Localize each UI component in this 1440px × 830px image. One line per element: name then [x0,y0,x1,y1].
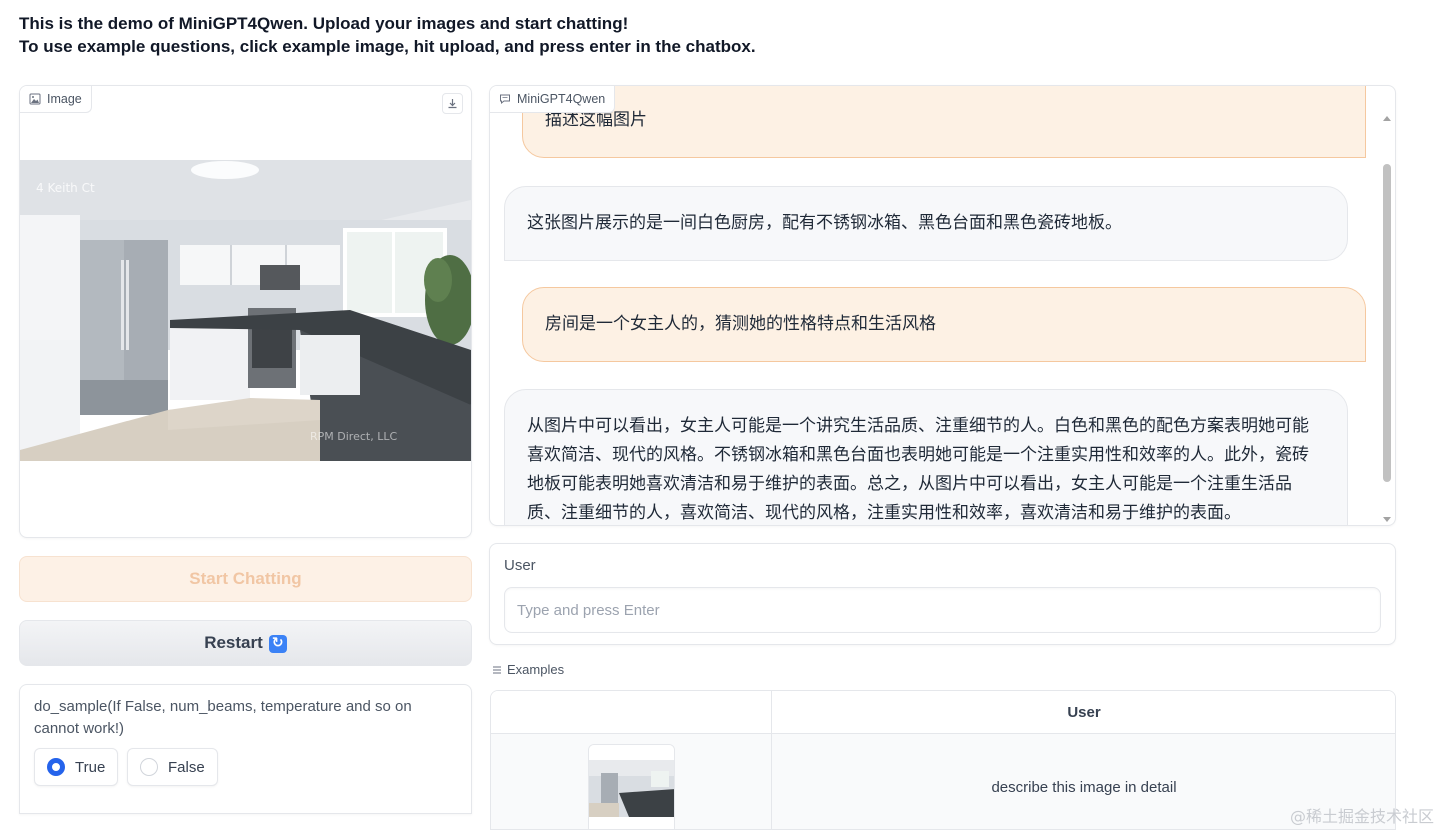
image-label: Image [47,92,82,106]
restart-label: Restart [204,633,263,652]
site-watermark: @稀土掘金技术社区 [1289,807,1434,826]
header-line-2: To use example questions, click example … [19,37,756,56]
examples-label: Examples [507,662,565,677]
image-icon [29,93,41,105]
chat-icon [500,94,510,105]
example-question-text[interactable]: describe this image in detail [772,779,1395,801]
start-chatting-label: Start Chatting [189,569,302,588]
download-icon [448,99,457,109]
radio-option-true-label: True [75,758,106,776]
examples-header-user: User [1067,704,1101,721]
radio-option-true[interactable]: True [34,748,119,786]
kitchen-photo: 4 Keith Ct RPM Direct, LLC [20,160,471,461]
chat-message-list[interactable]: 描述这幅图片 这张图片展示的是一间白色厨房，配有不锈钢冰箱、黑色台面和黑色瓷砖地… [490,86,1380,525]
examples-table: User describe this image in detail [490,690,1396,830]
radio-unselected-icon [140,758,158,776]
example-thumbnail[interactable] [588,744,675,829]
start-chatting-button[interactable]: Start Chatting [19,556,472,602]
user-input-label: User [504,557,536,574]
chat-message-text: 这张图片展示的是一间白色厨房，配有不锈钢冰箱、黑色台面和黑色瓷砖地板。 [527,213,1122,233]
user-message-input[interactable] [504,587,1381,633]
photo-watermark-text: RPM Direct, LLC [310,430,397,443]
user-input-panel: User [489,543,1396,645]
download-button[interactable] [442,93,463,114]
chat-message-text: 从图片中可以看出，女主人可能是一个讲究生活品质、注重细节的人。白色和黑色的配色方… [527,416,1309,523]
radio-selected-icon [47,758,65,776]
chat-message-bot: 从图片中可以看出，女主人可能是一个讲究生活品质、注重细节的人。白色和黑色的配色方… [504,389,1348,525]
do-sample-label: do_sample(If False, num_beams, temperatu… [34,698,412,737]
column-divider [771,691,772,829]
scroll-up-icon[interactable] [1383,116,1391,121]
scroll-down-icon[interactable] [1383,517,1391,522]
examples-header-row: User [491,691,1395,734]
restart-button[interactable]: Restart [19,620,472,666]
radio-option-false-label: False [168,758,205,776]
header-line-1: This is the demo of MiniGPT4Qwen. Upload… [19,14,629,33]
chatbot-panel: MiniGPT4Qwen 描述这幅图片 这张图片展示的是一间白色厨房，配有不锈钢… [489,85,1396,526]
photo-overlay-text: 4 Keith Ct [36,181,95,195]
chat-scrollbar[interactable] [1382,116,1392,522]
refresh-icon [268,634,287,653]
chat-message-text: 房间是一个女主人的，猜测她的性格特点和生活风格 [545,314,936,334]
image-panel[interactable]: Image 4 Keith Ct RPM Direct, LLC [19,85,472,538]
radio-option-false[interactable]: False [127,748,218,786]
examples-row[interactable]: describe this image in detail [491,734,1395,829]
examples-label-row: Examples [492,662,564,677]
chatbot-label: MiniGPT4Qwen [517,92,606,106]
examples-header-image [491,691,771,734]
scrollbar-thumb[interactable] [1383,164,1391,482]
chatbot-label-tag: MiniGPT4Qwen [490,86,616,113]
chat-message-user: 描述这幅图片 [522,86,1366,158]
chat-message-bot: 这张图片展示的是一间白色厨房，配有不锈钢冰箱、黑色台面和黑色瓷砖地板。 [504,186,1348,261]
do-sample-panel: do_sample(If False, num_beams, temperatu… [19,684,472,814]
image-label-tag: Image [20,86,92,113]
chat-message-user: 房间是一个女主人的，猜测她的性格特点和生活风格 [522,287,1366,362]
list-icon [493,666,501,673]
page-header: This is the demo of MiniGPT4Qwen. Upload… [19,12,756,58]
